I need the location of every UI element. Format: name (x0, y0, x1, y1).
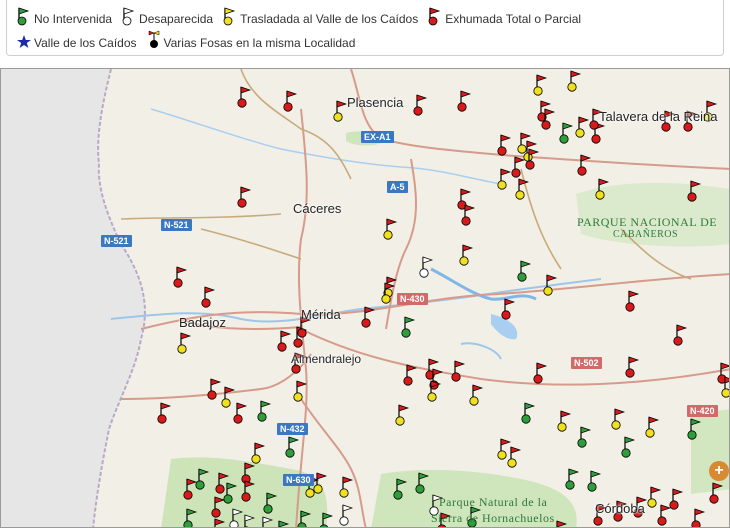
city-label-plasencia: Plasencia (347, 95, 404, 110)
legend-item-desaparecida[interactable]: Desaparecida (122, 6, 213, 26)
legend-row-1: No Intervenida Desaparecida Trasladada a… (17, 6, 591, 26)
city-label-almendralejo: Almendralejo (291, 352, 362, 366)
legend-item-exhumada[interactable]: Exhumada Total o Parcial (428, 6, 581, 26)
zoom-in-button[interactable]: + (709, 461, 729, 481)
road-shield: EX-A1 (361, 131, 394, 143)
legend-label: Varias Fosas en la misma Localidad (163, 36, 356, 50)
legend-label: Desaparecida (139, 12, 214, 26)
road-shield: N-420 (687, 405, 718, 417)
road-shield: A-5 (387, 181, 408, 193)
map-legend: No Intervenida Desaparecida Trasladada a… (6, 0, 724, 56)
city-label-badajoz: Badajoz (179, 315, 226, 330)
legend-item-valle[interactable]: Valle de los Caídos (17, 30, 137, 50)
white-flag-icon (122, 7, 135, 26)
city-label-merida: Mérida (301, 307, 341, 322)
city-label-caceres: Cáceres (293, 201, 342, 216)
legend-row-2: Valle de los Caídos Varias Fosas en la m… (17, 30, 365, 50)
legend-label: No Intervenida (34, 12, 113, 26)
city-label-talavera: Talavera de la Reina (599, 109, 718, 124)
legend-label: Exhumada Total o Parcial (445, 12, 582, 26)
city-label-cordoba: Córdoba (595, 501, 645, 516)
legend-label: Valle de los Caídos (34, 36, 137, 50)
legend-item-varias[interactable]: Varias Fosas en la misma Localidad (147, 30, 356, 50)
road-shield: N-430 (397, 293, 428, 305)
map-view[interactable]: Plasencia Talavera de la Reina Cáceres B… (0, 68, 730, 528)
park-label: CABAÑEROS (613, 229, 679, 240)
road-shield: N-502 (571, 357, 602, 369)
green-flag-icon (17, 7, 30, 26)
legend-item-trasladada[interactable]: Trasladada al Valle de los Caídos (223, 6, 418, 26)
road-shield: N-432 (277, 423, 308, 435)
park-label: PARQUE NACIONAL DE (577, 215, 718, 229)
legend-item-no-intervenida[interactable]: No Intervenida (17, 6, 112, 26)
legend-label: Trasladada al Valle de los Caídos (240, 12, 419, 26)
park-label: Sierra de Hornachuelos (431, 511, 555, 525)
yellow-flag-icon (223, 7, 236, 26)
road-shield: N-630 (283, 474, 314, 486)
blue-star-icon (17, 35, 31, 48)
park-label: Parque Natural de la (439, 495, 548, 509)
road-shield: N-521 (101, 235, 132, 247)
road-shield: N-521 (161, 219, 192, 231)
red-flag-icon (428, 7, 441, 26)
multi-marker-icon (148, 30, 159, 48)
